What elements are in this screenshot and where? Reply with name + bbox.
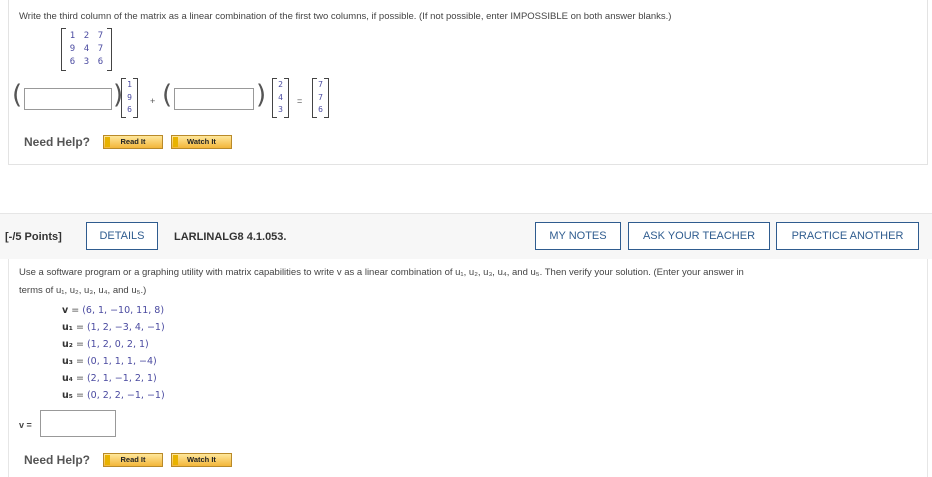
points-label: [-/5 Points] xyxy=(5,231,62,243)
ask-teacher-button[interactable]: ASK YOUR TEACHER xyxy=(628,222,770,250)
need-help-label: Need Help? xyxy=(24,135,91,149)
column-vector-2: 2 4 3 xyxy=(272,78,289,118)
question-instruction: Write the third column of the matrix as … xyxy=(19,11,672,22)
vector-u3: u₃ = (0, 1, 1, 1, −4) xyxy=(62,356,157,367)
watch-it-button[interactable]: Watch It xyxy=(171,135,232,149)
read-it-button[interactable]: Read It xyxy=(103,453,163,467)
practice-another-button[interactable]: PRACTICE ANOTHER xyxy=(776,222,919,250)
column-vector-1: 1 9 6 xyxy=(121,78,138,118)
vector-u2: u₂ = (1, 2, 0, 2, 1) xyxy=(62,339,149,350)
open-paren: ( xyxy=(162,80,173,110)
vector-u5: u₅ = (0, 2, 2, −1, −1) xyxy=(62,390,165,401)
plus-sign: + xyxy=(150,96,156,106)
vector-u4: u₄ = (2, 1, −1, 2, 1) xyxy=(62,373,157,384)
open-paren: ( xyxy=(12,80,23,110)
v-answer-input[interactable] xyxy=(40,410,116,437)
close-paren: ) xyxy=(256,80,267,110)
v-answer-label: v = xyxy=(19,420,32,430)
column-vector-3: 7 7 6 xyxy=(312,78,329,118)
matrix: 127 947 636 xyxy=(61,28,112,71)
read-it-button[interactable]: Read It xyxy=(103,135,163,149)
question-code: LARLINALG8 4.1.053. xyxy=(174,231,287,243)
watch-it-button[interactable]: Watch It xyxy=(171,453,232,467)
equals-sign: = xyxy=(297,96,303,106)
coefficient-2-input[interactable] xyxy=(174,88,254,110)
vector-v: v = (6, 1, −10, 11, 8) xyxy=(62,305,165,316)
details-button[interactable]: DETAILS xyxy=(86,222,158,250)
coefficient-1-input[interactable] xyxy=(24,88,112,110)
spacer xyxy=(0,165,932,213)
need-help-label: Need Help? xyxy=(24,453,91,467)
question-text: Use a software program or a graphing uti… xyxy=(19,267,744,296)
question-header: [-/5 Points] DETAILS LARLINALG8 4.1.053.… xyxy=(0,213,932,259)
my-notes-button[interactable]: MY NOTES xyxy=(535,222,621,250)
vector-u1: u₁ = (1, 2, −3, 4, −1) xyxy=(62,322,165,333)
